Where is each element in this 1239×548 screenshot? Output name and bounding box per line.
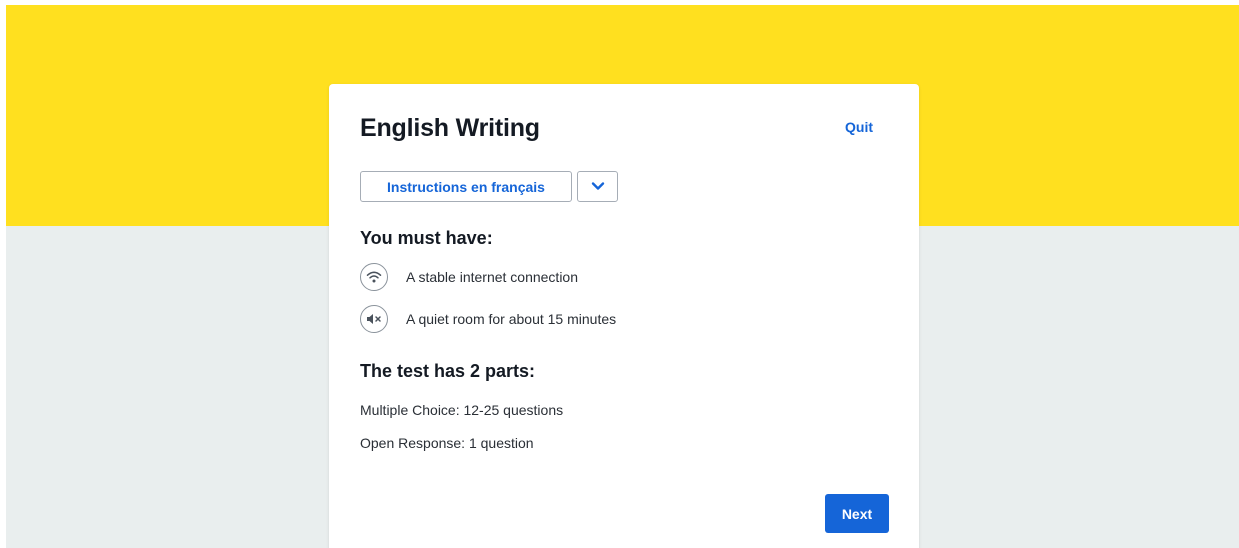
language-dropdown-button[interactable] [577,171,618,202]
french-instructions-button[interactable]: Instructions en français [360,171,572,202]
next-button[interactable]: Next [825,494,889,533]
requirements-heading: You must have: [360,228,493,248]
page: English Writing Quit Instructions en fra… [0,0,1239,548]
quit-link[interactable]: Quit [845,119,873,135]
test-title: English Writing [360,114,540,142]
language-selector: Instructions en français [360,171,618,202]
requirement-text: A stable internet connection [406,269,579,285]
part-multiple-choice: Multiple Choice: 12-25 questions [360,402,564,418]
parts-heading: The test has 2 parts: [360,361,536,381]
wifi-icon [360,263,388,291]
chevron-down-icon [591,179,605,194]
list-item: A quiet room for about 15 minutes [360,304,616,334]
instructions-card: English Writing Quit Instructions en fra… [329,84,919,548]
part-open-response: Open Response: 1 question [360,435,534,451]
muted-speaker-icon [360,305,388,333]
requirement-text: A quiet room for about 15 minutes [406,311,617,327]
list-item: A stable internet connection [360,262,616,292]
requirements-list: A stable internet connection A quiet roo… [360,262,616,346]
